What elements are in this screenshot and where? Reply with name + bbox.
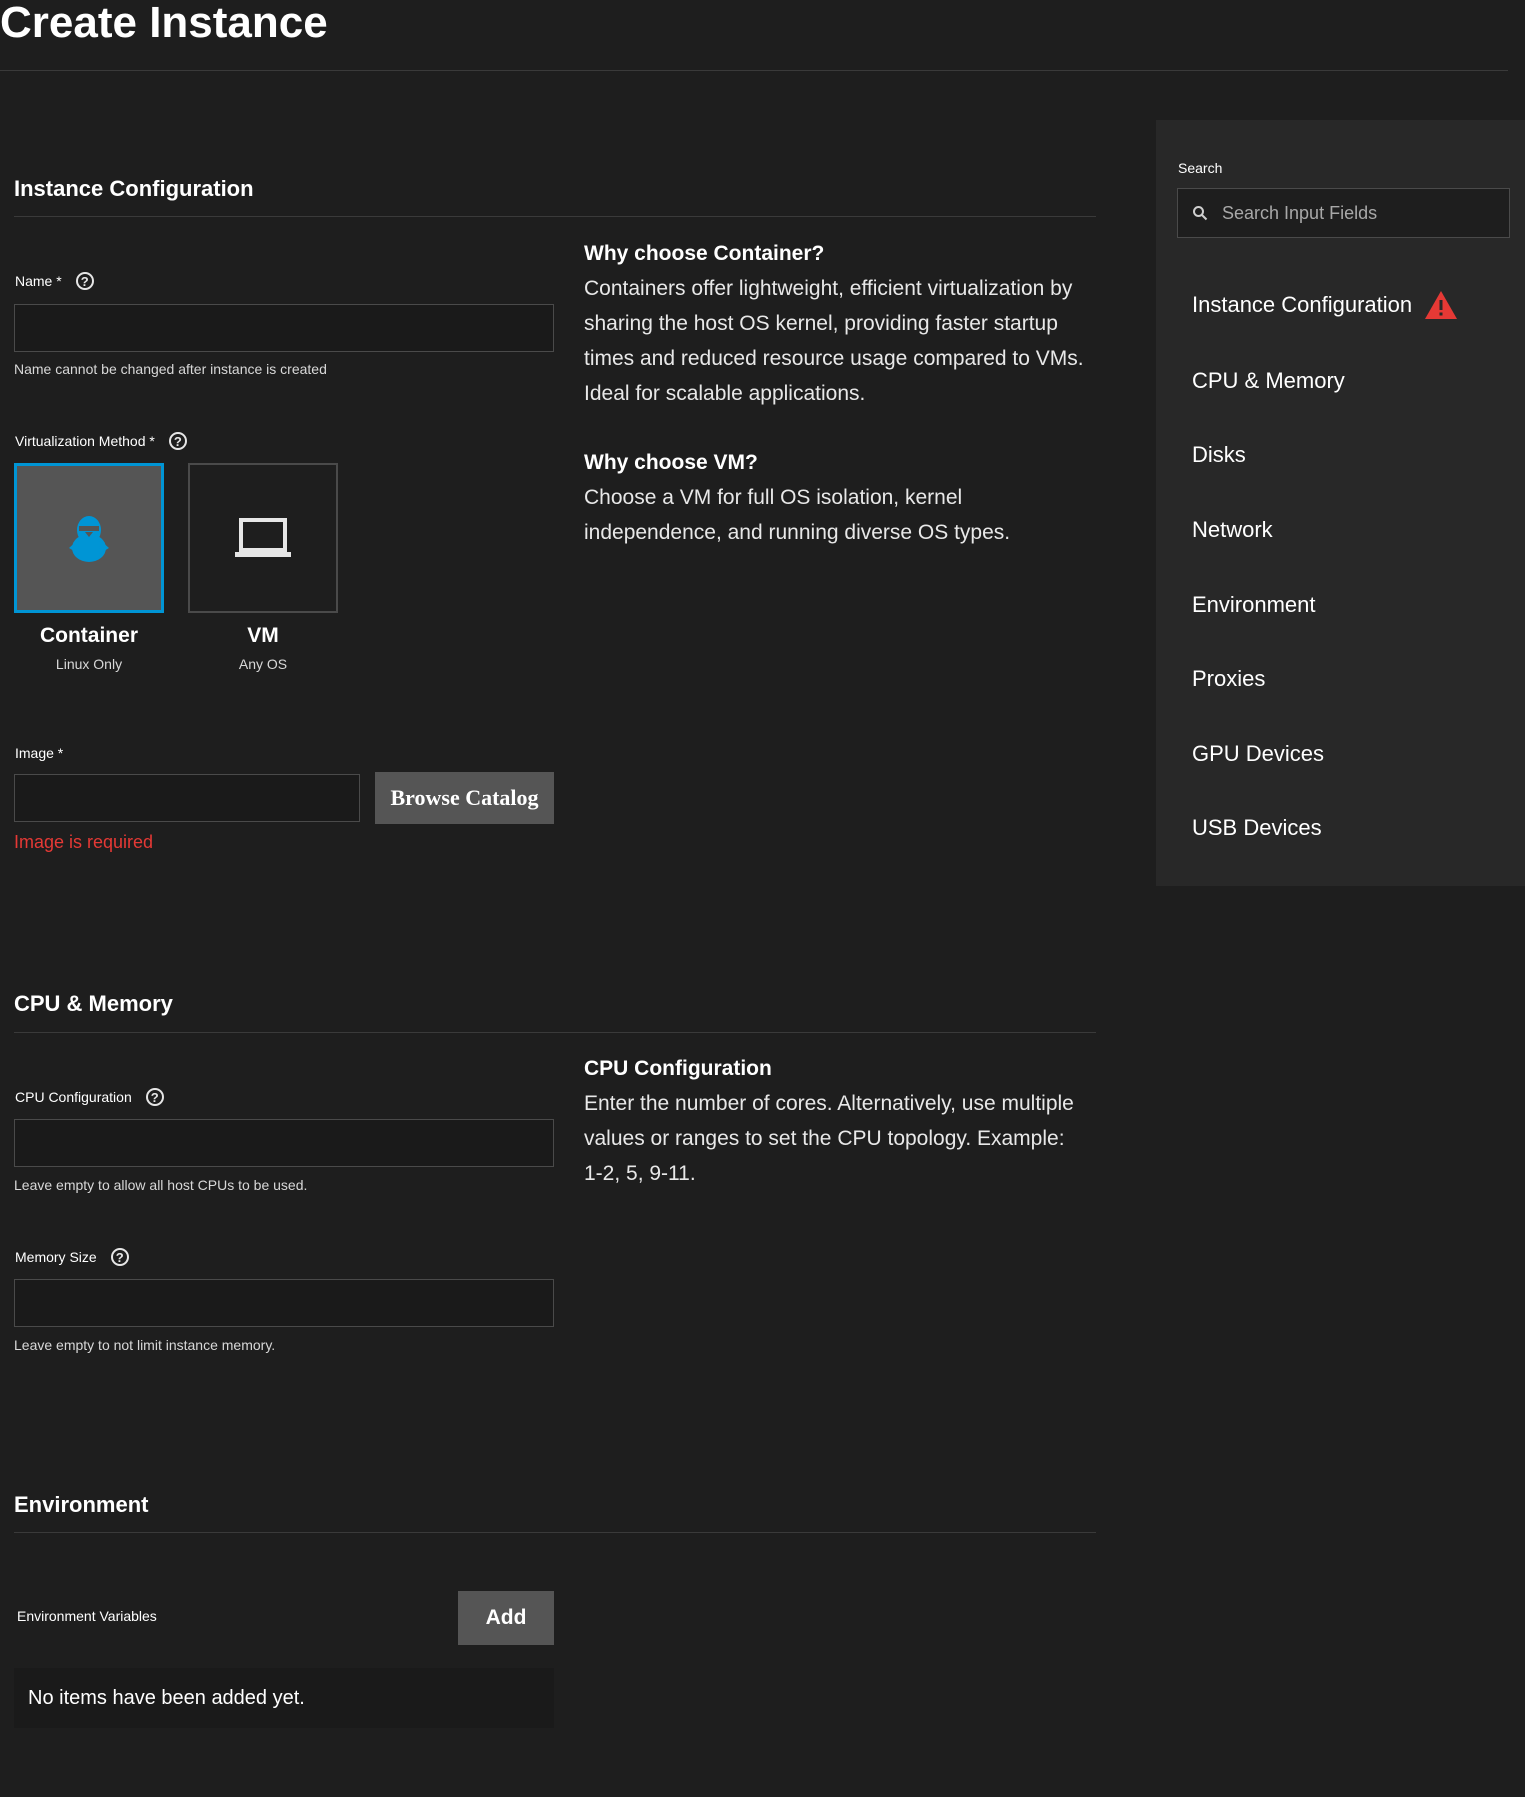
empty-list-text: No items have been added yet.: [28, 1686, 305, 1709]
image-input[interactable]: [14, 774, 360, 822]
sidebar-item-network[interactable]: Network: [1192, 517, 1273, 543]
section-divider: [14, 1032, 1096, 1033]
container-help-text: Containers offer lightweight, efficient …: [584, 277, 1084, 405]
name-hint: Name cannot be changed after instance is…: [14, 361, 327, 377]
sidebar-item-label: Disks: [1192, 442, 1246, 467]
section-divider: [14, 1532, 1096, 1533]
title-divider: [0, 70, 1508, 71]
virtualization-help-panel: Why choose Container? Containers offer l…: [584, 236, 1084, 584]
cpu-configuration-hint: Leave empty to allow all host CPUs to be…: [14, 1177, 308, 1193]
vm-option-tile[interactable]: [188, 463, 338, 613]
cpu-help-panel: CPU Configuration Enter the number of co…: [584, 1051, 1084, 1225]
sidebar-item-disks[interactable]: Disks: [1192, 442, 1246, 468]
section-divider: [14, 216, 1096, 217]
memory-size-input[interactable]: [14, 1279, 554, 1327]
section-title-cpu-memory: CPU & Memory: [14, 991, 173, 1016]
cpu-configuration-label-text: CPU Configuration: [15, 1089, 132, 1105]
sidebar-item-cpu-memory[interactable]: CPU & Memory: [1192, 368, 1345, 394]
search-icon: [1193, 206, 1208, 221]
sidebar-item-proxies[interactable]: Proxies: [1192, 666, 1265, 692]
cpu-help-heading: CPU Configuration: [584, 1057, 772, 1080]
image-error: Image is required: [14, 832, 154, 852]
search-label: Search: [1178, 160, 1223, 176]
vm-option-subtitle: Any OS: [238, 656, 288, 672]
memory-size-hint: Leave empty to not limit instance memory…: [14, 1337, 276, 1353]
sidebar-item-usb-devices[interactable]: USB Devices: [1192, 815, 1322, 841]
sidebar-item-label: CPU & Memory: [1192, 368, 1345, 393]
container-option-title: Container: [39, 624, 138, 647]
add-environment-variable-button[interactable]: Add: [458, 1591, 554, 1645]
environment-variables-label-text: Environment Variables: [17, 1608, 157, 1624]
container-help-heading: Why choose Container?: [584, 242, 825, 265]
help-icon[interactable]: ?: [145, 1088, 164, 1106]
environment-variables-empty-list: No items have been added yet.: [14, 1668, 554, 1728]
cpu-help-text: Enter the number of cores. Alternatively…: [584, 1092, 1074, 1185]
vm-option-title: VM: [247, 624, 279, 647]
section-title-environment: Environment: [14, 1492, 149, 1517]
sidebar-item-label: Environment: [1192, 592, 1316, 617]
sidebar-item-label: Proxies: [1192, 666, 1266, 691]
container-option-tile[interactable]: [14, 463, 164, 613]
memory-size-label-text: Memory Size: [15, 1249, 97, 1265]
sidebar-item-label: USB Devices: [1192, 815, 1322, 840]
search-box[interactable]: [1177, 188, 1510, 238]
help-icon[interactable]: ?: [75, 272, 94, 290]
environment-variables-label: Environment Variables: [17, 1608, 157, 1624]
virtualization-method-label: Virtualization Method * ?: [15, 432, 187, 450]
virtualization-method-label-text: Virtualization Method *: [15, 433, 155, 449]
cpu-configuration-input[interactable]: [14, 1119, 554, 1167]
section-title-instance-configuration: Instance Configuration: [14, 176, 254, 201]
sidebar-item-label: GPU Devices: [1192, 741, 1325, 766]
help-icon[interactable]: ?: [110, 1248, 129, 1266]
vm-help-text: Choose a VM for full OS isolation, kerne…: [584, 486, 1011, 544]
sidebar-item-environment[interactable]: Environment: [1192, 592, 1316, 618]
warning-icon: [1425, 291, 1458, 319]
image-label: Image *: [15, 745, 63, 761]
memory-size-label: Memory Size ?: [15, 1248, 129, 1266]
page-title: Create Instance: [0, 0, 328, 47]
sidebar-item-gpu-devices[interactable]: GPU Devices: [1192, 741, 1324, 767]
name-label: Name * ?: [15, 272, 94, 290]
search-input[interactable]: [1220, 201, 1494, 225]
container-option-subtitle: Linux Only: [55, 656, 123, 672]
sidebar-item-instance-configuration[interactable]: Instance Configuration: [1192, 290, 1458, 320]
browse-catalog-button[interactable]: Browse Catalog: [375, 772, 554, 824]
laptop-icon: [235, 518, 291, 557]
sidebar-item-label: Network: [1192, 517, 1273, 542]
vm-help-heading: Why choose VM?: [584, 451, 758, 474]
name-input[interactable]: [14, 304, 554, 352]
image-label-text: Image *: [15, 745, 64, 761]
penguin-icon: [69, 516, 109, 562]
name-label-text: Name *: [15, 273, 62, 289]
sidebar: Search Instance Configuration CPU & Memo…: [1156, 120, 1525, 886]
sidebar-item-label: Instance Configuration: [1192, 292, 1413, 317]
cpu-configuration-label: CPU Configuration ?: [15, 1088, 164, 1106]
help-icon[interactable]: ?: [168, 432, 187, 450]
